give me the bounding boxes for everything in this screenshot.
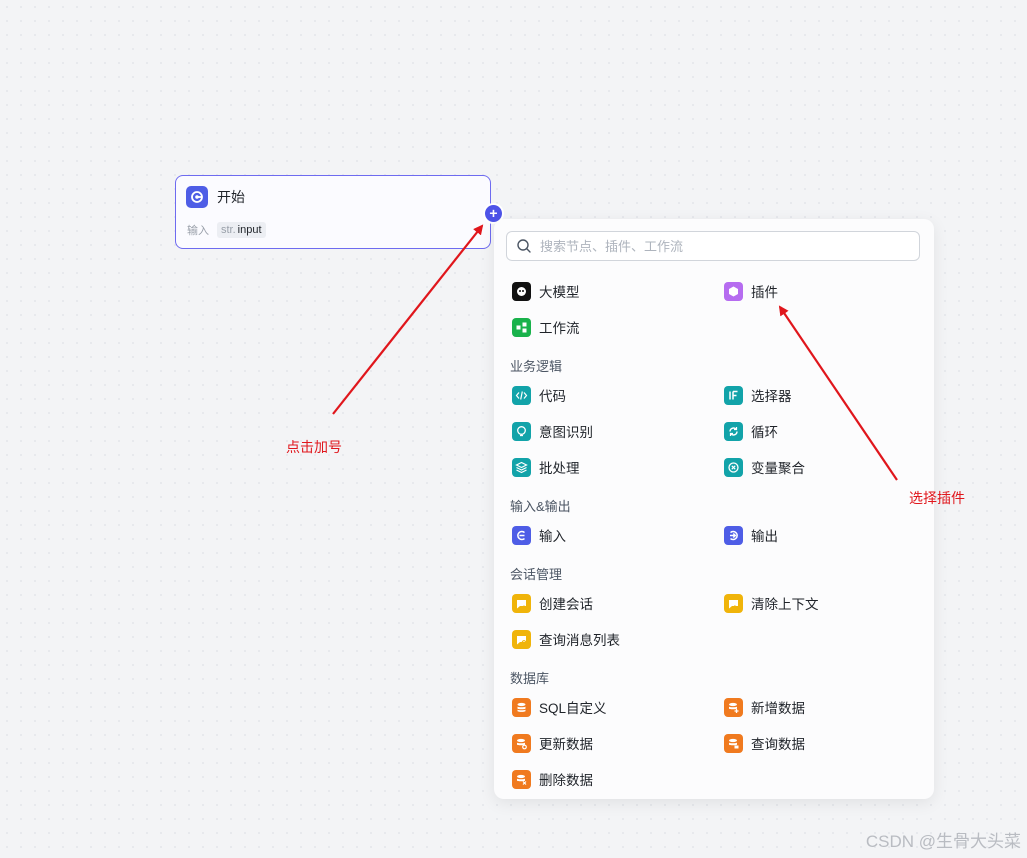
watermark: CSDN @生骨大头菜 — [865, 832, 1021, 851]
arrow-to-plus-button — [332, 224, 484, 415]
annotation-arrows — [332, 224, 898, 481]
annotation-select-plugin: 选择插件 — [909, 490, 965, 506]
annotation-click-plus: 点击加号 — [286, 439, 342, 455]
arrow-to-plugin-item — [778, 305, 898, 481]
